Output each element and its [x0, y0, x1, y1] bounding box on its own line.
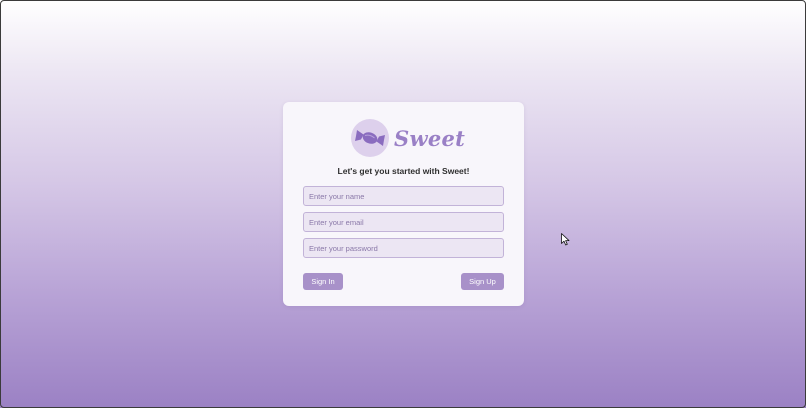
brand-header: Sweet — [351, 118, 465, 158]
sign-up-button[interactable]: Sign Up — [461, 273, 504, 290]
signup-card: Sweet Let's get you started with Sweet! … — [283, 102, 524, 306]
email-input[interactable] — [303, 212, 504, 232]
mouse-pointer-icon — [561, 233, 570, 246]
sign-in-button[interactable]: Sign In — [303, 273, 343, 290]
candy-icon — [355, 130, 385, 146]
form-tagline: Let's get you started with Sweet! — [337, 166, 470, 176]
brand-name: Sweet — [394, 125, 466, 151]
logo — [351, 119, 389, 157]
password-input[interactable] — [303, 238, 504, 258]
name-input[interactable] — [303, 186, 504, 206]
